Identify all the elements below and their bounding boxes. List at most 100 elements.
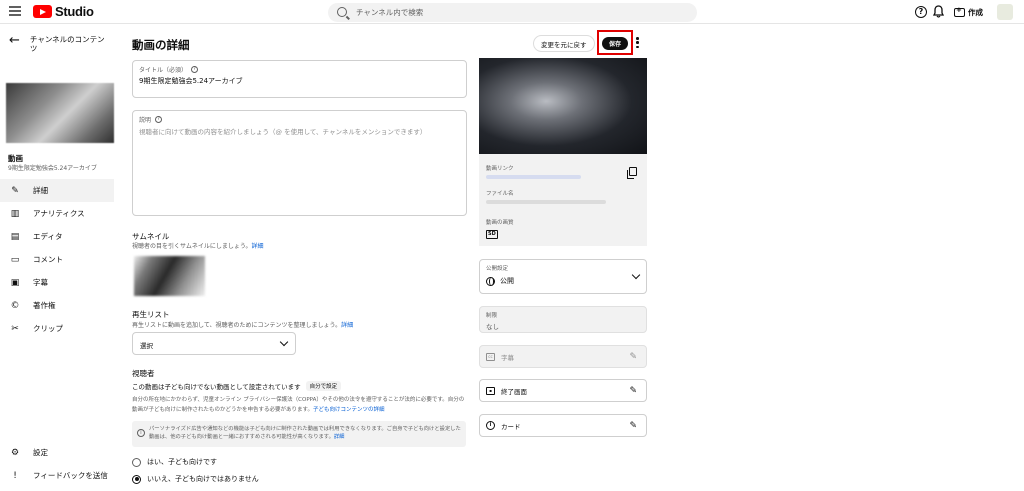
subtitles-row: cc 字幕 ✎ — [479, 345, 647, 368]
audience-status-text: この動画は子ども向けでない動画として設定されています — [132, 383, 301, 391]
copyright-icon: © — [10, 300, 20, 311]
sidebar-nav: ✎ 詳細 ▥ アナリティクス ▤ エディタ ▭ コメント ▣ 字幕 © 著作権 … — [0, 179, 114, 340]
video-preview[interactable] — [479, 58, 647, 154]
create-label: 作成 — [968, 7, 983, 17]
legal-text: 自分の所在地にかかわらず、児童オンライン プライバシー保護法（COPPA）やその… — [132, 397, 465, 413]
radio-button-selected[interactable] — [132, 474, 141, 484]
thumbnail-details-link[interactable]: 詳細 — [252, 243, 264, 250]
sidebar-bottom: ⚙ 設定 ! フィードバックを送信 — [0, 441, 114, 487]
cards-label: カード — [501, 422, 521, 431]
sidebar-item-label: 詳細 — [33, 186, 48, 195]
kids-content-link[interactable]: 子ども向けコンテンツの詳細 — [313, 407, 385, 413]
cards-row[interactable]: i カード ✎ — [479, 414, 647, 437]
video-link-value[interactable] — [486, 175, 581, 179]
video-title: 9期生限定勉強会5.24アーカイブ — [8, 165, 97, 172]
playlist-heading: 再生リスト — [132, 310, 170, 319]
thumbnail-sub: 視聴者の目を引くサムネイルにしましょう。詳細 — [132, 241, 264, 250]
chevron-down-icon — [631, 270, 641, 280]
sidebar-item-analytics[interactable]: ▥ アナリティクス — [0, 202, 114, 225]
audience-heading: 視聴者 — [132, 369, 155, 378]
playlist-sub: 再生リストに動画を追加して、視聴者のためにコンテンツを整理しましょう。詳細 — [132, 320, 353, 329]
back-to-content[interactable]: ← チャンネルのコンテンツ — [9, 33, 110, 53]
gear-icon: ⚙ — [10, 447, 20, 458]
copy-icon[interactable] — [627, 167, 637, 179]
create-button[interactable]: 作成 — [954, 5, 983, 19]
youtube-play-icon — [33, 5, 52, 18]
pencil-icon[interactable]: ✎ — [629, 421, 637, 431]
sidebar-item-label: 著作権 — [33, 301, 56, 310]
radio-yes-label: はい、子ども向けです — [147, 458, 217, 466]
visibility-value-text: 公開 — [500, 277, 514, 285]
coppa-legal-text: 自分の所在地にかかわらず、児童オンライン プライバシー保護法（COPPA）やその… — [132, 396, 466, 415]
notice-body: パーソナライズド広告や通知などの機能は子ども向けに制作された動画では利用できなく… — [149, 426, 461, 440]
sidebar-item-copyright[interactable]: © 著作権 — [0, 294, 114, 317]
save-highlight-box: 保存 — [597, 30, 633, 55]
playlist-details-link[interactable]: 詳細 — [341, 322, 353, 329]
notice-text: パーソナライズド広告や通知などの機能は子ども向けに制作された動画では利用できなく… — [149, 425, 461, 441]
file-name-label: ファイル名 — [486, 191, 514, 197]
thumbnail-option[interactable] — [134, 256, 205, 296]
sidebar-item-subtitles[interactable]: ▣ 字幕 — [0, 271, 114, 294]
playlist-select[interactable]: 選択 — [132, 332, 296, 355]
globe-icon — [486, 276, 495, 286]
notice-box: i パーソナライズド広告や通知などの機能は子ども向けに制作された動画では利用でき… — [132, 421, 466, 447]
sidebar: ← チャンネルのコンテンツ 動画 9期生限定勉強会5.24アーカイブ ✎ 詳細 … — [0, 25, 120, 491]
more-options-icon[interactable] — [636, 37, 639, 48]
video-info-box: 動画リンク ファイル名 動画の画質 SD — [479, 154, 647, 246]
sidebar-item-details[interactable]: ✎ 詳細 — [0, 179, 114, 202]
title-field[interactable]: タイトル（必須） ? 9期生限定勉強会5.24アーカイブ — [132, 60, 467, 98]
menu-icon[interactable] — [9, 6, 21, 16]
logo-text: Studio — [55, 4, 94, 19]
help-icon[interactable]: ? — [155, 116, 163, 123]
back-arrow-icon: ← — [9, 33, 20, 48]
sidebar-item-clips[interactable]: ✂ クリップ — [0, 317, 114, 340]
self-set-badge: 自分で設定 — [305, 381, 342, 391]
search-input[interactable] — [356, 6, 676, 19]
visibility-value: 公開 — [486, 276, 514, 286]
playlist-select-value: 選択 — [140, 342, 153, 350]
title-field-label: タイトル（必須） ? — [139, 65, 199, 74]
analytics-icon: ▥ — [10, 208, 20, 219]
restriction-label: 制限 — [486, 313, 498, 319]
revert-changes-button[interactable]: 変更を元に戻す — [533, 35, 595, 52]
restriction-value: なし — [486, 323, 499, 331]
description-field-label: 説明 ? — [139, 115, 163, 124]
restriction-box: 制限 なし — [479, 306, 647, 333]
sidebar-item-label: エディタ — [33, 232, 63, 241]
sidebar-item-settings[interactable]: ⚙ 設定 — [0, 441, 114, 464]
editor-icon: ▤ — [10, 231, 20, 242]
radio-button[interactable] — [132, 457, 141, 467]
end-screen-icon: ▪ — [486, 386, 495, 395]
help-icon[interactable]: ? — [915, 6, 927, 18]
audience-status: この動画は子ども向けでない動画として設定されています 自分で設定 — [132, 381, 342, 391]
bell-icon[interactable] — [933, 5, 944, 18]
sidebar-item-feedback[interactable]: ! フィードバックを送信 — [0, 464, 114, 487]
description-field[interactable]: 説明 ? 視聴者に向けて動画の内容を紹介しましょう（@ を使用して、チャンネルを… — [132, 110, 467, 216]
youtube-studio-logo[interactable]: Studio — [33, 4, 94, 19]
visibility-dropdown[interactable]: 公開設定 公開 — [479, 259, 647, 294]
feedback-icon: ! — [13, 470, 17, 481]
title-value: 9期生限定勉強会5.24アーカイブ — [139, 77, 243, 85]
end-screen-row[interactable]: ▪ 終了画面 ✎ — [479, 379, 647, 402]
notice-details-link[interactable]: 詳細 — [334, 434, 345, 440]
pencil-icon[interactable]: ✎ — [629, 386, 637, 396]
radio-not-for-kids[interactable]: いいえ、子ども向けではありません — [132, 474, 259, 484]
save-button[interactable]: 保存 — [602, 37, 628, 50]
quality-label: 動画の画質 — [486, 220, 514, 226]
scissors-icon: ✂ — [11, 323, 19, 334]
info-icon: i — [486, 421, 495, 430]
chevron-down-icon — [279, 337, 289, 347]
avatar[interactable] — [997, 4, 1013, 20]
help-icon[interactable]: ? — [191, 66, 199, 73]
description-placeholder: 視聴者に向けて動画の内容を紹介しましょう（@ を使用して、チャンネルをメンション… — [139, 128, 427, 136]
sidebar-item-label: 設定 — [33, 448, 48, 457]
camera-plus-icon — [954, 6, 965, 17]
video-thumbnail[interactable] — [6, 83, 114, 143]
back-label: チャンネルのコンテンツ — [29, 35, 105, 53]
search-bar[interactable] — [328, 3, 697, 22]
sidebar-item-editor[interactable]: ▤ エディタ — [0, 225, 114, 248]
sidebar-item-comments[interactable]: ▭ コメント — [0, 248, 114, 271]
radio-no-label: いいえ、子ども向けではありません — [147, 475, 259, 483]
pencil-icon: ✎ — [629, 352, 637, 362]
radio-made-for-kids[interactable]: はい、子ども向けです — [132, 457, 217, 467]
